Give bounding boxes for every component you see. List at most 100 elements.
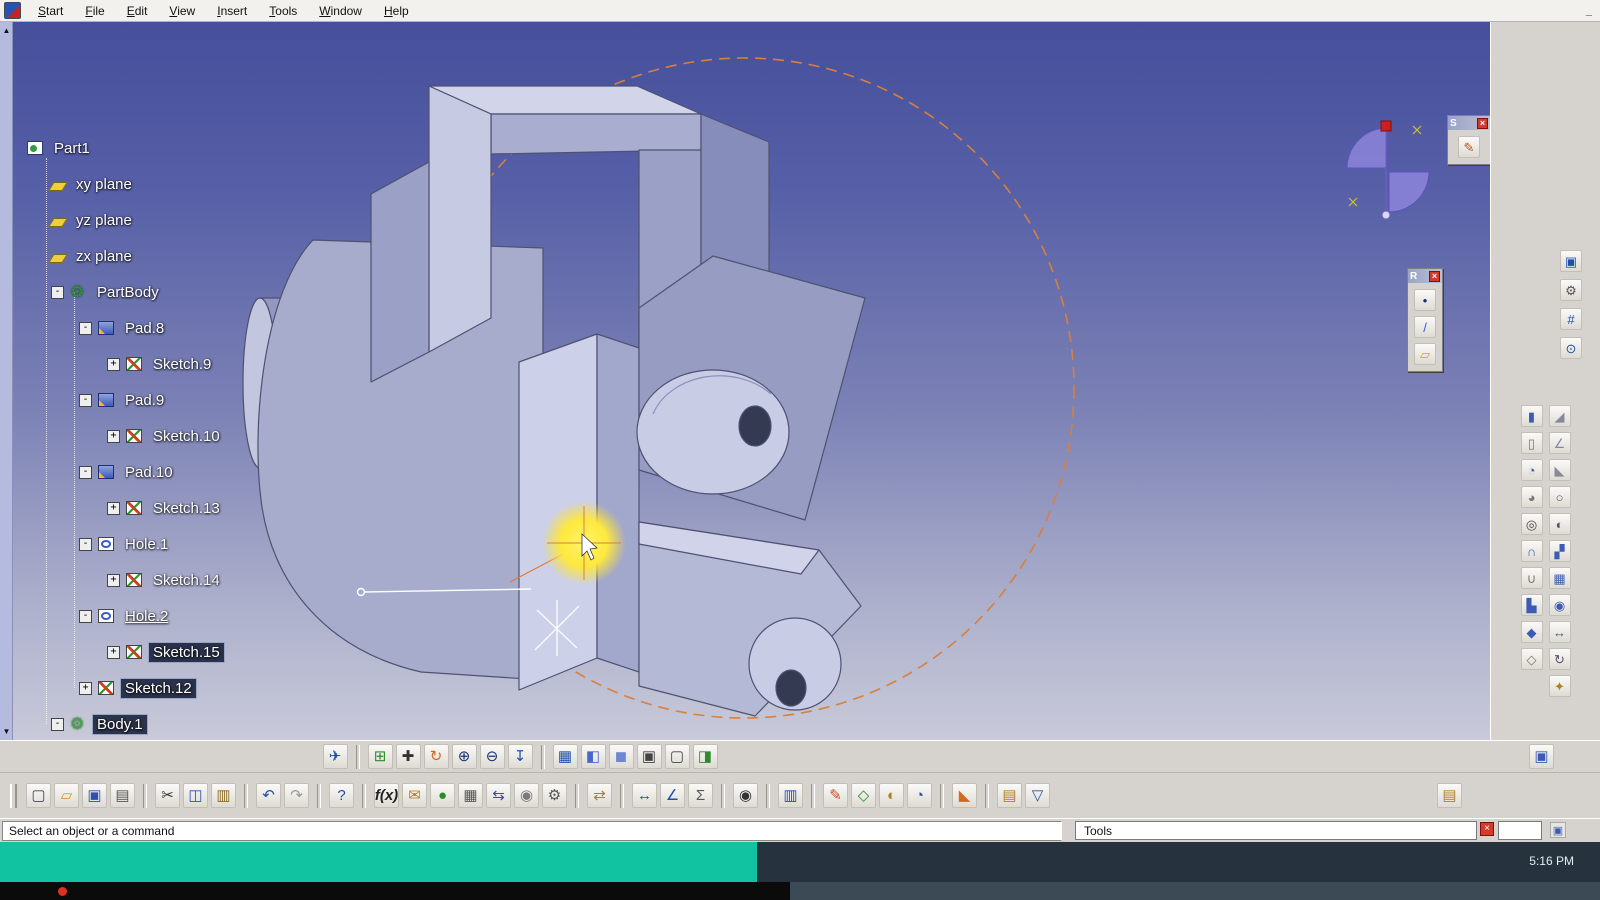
thickness-tool-icon[interactable]: ◐ <box>1549 513 1571 535</box>
fit-all-icon[interactable]: ⊞ <box>368 744 393 769</box>
render-style-icon[interactable]: ◨ <box>693 744 718 769</box>
removed-multi-section-tool-icon[interactable]: ◇ <box>1521 648 1543 670</box>
power-input-field[interactable] <box>1498 821 1542 840</box>
tools-options-icon[interactable]: ⚙ <box>1560 279 1582 301</box>
knowledge-balloon-icon[interactable]: ✉ <box>402 783 427 808</box>
sketch-tool-icon[interactable]: ✎ <box>1458 136 1480 158</box>
expand-toggle[interactable]: + <box>107 502 120 515</box>
menu-edit[interactable]: Edit <box>116 1 159 21</box>
view-mode-icon[interactable]: ▣ <box>1560 250 1582 272</box>
menu-tools[interactable]: Tools <box>258 1 308 21</box>
close-icon[interactable]: × <box>1477 118 1488 129</box>
measure-inertia-icon[interactable]: Σ <box>688 783 713 808</box>
multi-section-tool-icon[interactable]: ◆ <box>1521 621 1543 643</box>
zoom-out-icon[interactable]: ⊖ <box>480 744 505 769</box>
reference-toolbar-titlebar[interactable]: R × <box>1408 269 1442 283</box>
menu-file[interactable]: File <box>74 1 115 21</box>
normal-view-icon[interactable]: ↧ <box>508 744 533 769</box>
menu-start[interactable]: Start <box>27 1 74 21</box>
multi-view-icon[interactable]: ▦ <box>553 744 578 769</box>
tree-item-label[interactable]: Sketch.9 <box>149 355 215 374</box>
copy-icon[interactable]: ◫ <box>183 783 208 808</box>
view-compass[interactable] <box>1347 121 1429 219</box>
snap-icon[interactable]: ⊙ <box>1560 337 1582 359</box>
collaboration-icon[interactable]: ▥ <box>778 783 803 808</box>
expand-toggle[interactable]: - <box>51 718 64 731</box>
scroll-down-icon[interactable]: ▼ <box>0 727 13 736</box>
cut-icon[interactable]: ✂ <box>155 783 180 808</box>
sketcher-toolbar-titlebar[interactable]: S × <box>1448 116 1490 130</box>
part-model[interactable] <box>243 86 865 716</box>
power-copy-icon[interactable]: ⇄ <box>587 783 612 808</box>
tree-item-label[interactable]: Sketch.15 <box>149 643 224 662</box>
surfaces-tool-icon[interactable]: ◐ <box>879 783 904 808</box>
point-tool-icon[interactable]: • <box>1414 289 1436 311</box>
chamfer-tool-icon[interactable]: ∠ <box>1549 432 1571 454</box>
close-icon[interactable]: × <box>1429 271 1440 282</box>
lock-icon[interactable]: ◉ <box>514 783 539 808</box>
expand-toggle[interactable]: - <box>79 394 92 407</box>
tree-item-label[interactable]: Pad.8 <box>121 319 168 338</box>
page-setup-icon[interactable]: ▣ <box>1529 744 1554 769</box>
edges-view-icon[interactable]: ▣ <box>637 744 662 769</box>
tree-item-label[interactable]: Hole.2 <box>121 607 172 626</box>
undo-icon[interactable]: ↶ <box>256 783 281 808</box>
close-icon[interactable]: × <box>1480 822 1494 836</box>
slot-tool-icon[interactable]: ∪ <box>1521 567 1543 589</box>
pad-tool-icon[interactable]: ▮ <box>1521 405 1543 427</box>
dialog-icon[interactable]: ▣ <box>1550 822 1566 838</box>
expand-toggle[interactable]: + <box>107 430 120 443</box>
tree-scrollbar[interactable]: ▲ ▼ <box>0 22 13 740</box>
tree-item-label[interactable]: Sketch.12 <box>121 679 196 698</box>
scroll-up-icon[interactable]: ▲ <box>0 26 13 35</box>
shaded-view-icon[interactable]: ◼ <box>609 744 634 769</box>
expand-toggle[interactable]: + <box>107 358 120 371</box>
expand-toggle[interactable]: - <box>79 466 92 479</box>
tree-item-label[interactable]: Body.1 <box>93 715 147 734</box>
minimize-icon[interactable]: _ <box>1586 5 1592 17</box>
catalog-icon[interactable]: ▤ <box>997 783 1022 808</box>
circular-pattern-tool-icon[interactable]: ◉ <box>1549 594 1571 616</box>
tree-item-label[interactable]: yz plane <box>72 211 136 230</box>
draft-angle-tool-icon[interactable]: ◣ <box>1549 459 1571 481</box>
catalog-browser-icon[interactable]: ▤ <box>1437 783 1462 808</box>
hidden-line-view-icon[interactable]: ▢ <box>665 744 690 769</box>
rotation-tool-icon[interactable]: ↻ <box>1549 648 1571 670</box>
tree-item-label[interactable]: Part1 <box>50 139 94 158</box>
design-table-icon[interactable]: ▦ <box>458 783 483 808</box>
rectangular-pattern-tool-icon[interactable]: ▦ <box>1549 567 1571 589</box>
menu-insert[interactable]: Insert <box>206 1 258 21</box>
rule-icon[interactable]: ● <box>430 783 455 808</box>
sketch-tracer-icon[interactable]: ✎ <box>823 783 848 808</box>
doc-settings-icon[interactable]: ⚙ <box>542 783 567 808</box>
open-document-icon[interactable]: ▱ <box>54 783 79 808</box>
iso-view-icon[interactable]: ◧ <box>581 744 606 769</box>
expand-toggle[interactable]: - <box>51 286 64 299</box>
scaling-tool-icon[interactable]: ✦ <box>1549 675 1571 697</box>
menu-help[interactable]: Help <box>373 1 420 21</box>
redo-icon[interactable]: ↷ <box>284 783 309 808</box>
whats-this-icon[interactable]: ? <box>329 783 354 808</box>
tools-palette[interactable]: Tools <box>1075 821 1477 840</box>
expand-toggle[interactable]: - <box>79 322 92 335</box>
expand-toggle[interactable]: + <box>79 682 92 695</box>
measure-item-icon[interactable]: ∠ <box>660 783 685 808</box>
shell-tool-icon[interactable]: ○ <box>1549 486 1571 508</box>
expand-toggle[interactable]: - <box>79 610 92 623</box>
expand-toggle[interactable]: - <box>79 538 92 551</box>
apply-material-icon[interactable]: ◣ <box>952 783 977 808</box>
expand-toggle[interactable]: + <box>107 574 120 587</box>
tree-item-label[interactable]: Sketch.10 <box>149 427 224 446</box>
pan-icon[interactable]: ✚ <box>396 744 421 769</box>
toolbar-handle[interactable] <box>10 784 17 808</box>
save-icon[interactable]: ▣ <box>82 783 107 808</box>
tree-item-label[interactable]: Hole.1 <box>121 535 172 554</box>
formula-icon[interactable]: f(x) <box>374 783 399 808</box>
edge-fillet-tool-icon[interactable]: ◢ <box>1549 405 1571 427</box>
link-manager-icon[interactable]: ⇆ <box>486 783 511 808</box>
zoom-in-icon[interactable]: ⊕ <box>452 744 477 769</box>
grid-icon[interactable]: # <box>1560 308 1582 330</box>
tree-item-label[interactable]: Pad.9 <box>121 391 168 410</box>
stiffener-tool-icon[interactable]: ▙ <box>1521 594 1543 616</box>
hole-tool-icon[interactable]: ◎ <box>1521 513 1543 535</box>
